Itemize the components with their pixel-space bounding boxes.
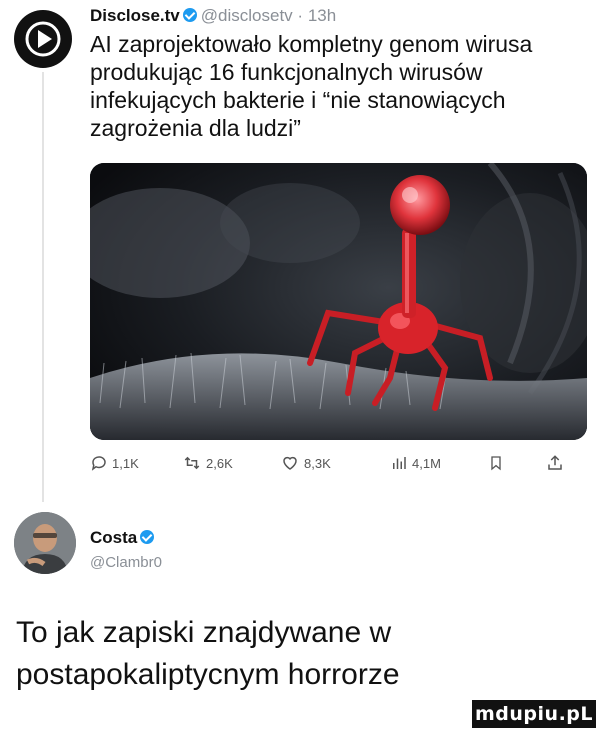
tweet-action-bar: 1,1K 2,6K 8,3K 4,1M <box>90 449 590 477</box>
share-button[interactable] <box>546 449 568 477</box>
reply-author-handle[interactable]: @Clambr0 <box>90 554 162 571</box>
reply-text: To jak zapiski znajdywane w postapokalip… <box>16 616 400 691</box>
views-bar-chart-icon <box>393 457 406 469</box>
views-button[interactable]: 4,1M <box>390 449 441 477</box>
like-button[interactable]: 8,3K <box>280 449 331 477</box>
repost-icon <box>184 456 200 470</box>
like-count: 8,3K <box>304 455 331 471</box>
person-photo-icon <box>14 512 76 574</box>
play-logo-icon <box>25 21 61 57</box>
author-name[interactable]: Disclose.tv <box>90 6 180 25</box>
thread-line <box>42 72 44 502</box>
bookmark-icon <box>491 456 501 471</box>
separator: · <box>297 6 304 25</box>
bacteriophage-image-icon <box>90 163 587 440</box>
verified-badge-icon <box>140 530 155 544</box>
watermark-logo: mdupiu.pL <box>472 700 596 728</box>
reply-author: Costa <box>90 528 158 548</box>
heart-icon <box>283 456 297 470</box>
reply-count: 1,1K <box>112 455 139 471</box>
bookmark-button[interactable] <box>488 449 508 477</box>
tweet-media-image[interactable] <box>90 163 587 440</box>
repost-count: 2,6K <box>206 455 233 471</box>
reply-author-name[interactable]: Costa <box>90 528 137 547</box>
repost-button[interactable]: 2,6K <box>182 449 233 477</box>
views-count: 4,1M <box>412 455 441 471</box>
reply-icon <box>91 456 106 471</box>
tweet-text: AI zaprojektowało kompletny genom wirusa… <box>90 31 533 141</box>
verified-badge-icon <box>182 8 197 22</box>
reply-button[interactable]: 1,1K <box>90 449 139 477</box>
tweet-header: Disclose.tv @disclosetv · 13h <box>90 6 336 26</box>
tweet-time[interactable]: 13h <box>308 6 336 25</box>
costa-avatar[interactable] <box>14 512 76 574</box>
disclosetv-avatar[interactable] <box>14 10 72 68</box>
share-icon <box>548 455 562 470</box>
author-handle[interactable]: @disclosetv <box>201 6 293 25</box>
